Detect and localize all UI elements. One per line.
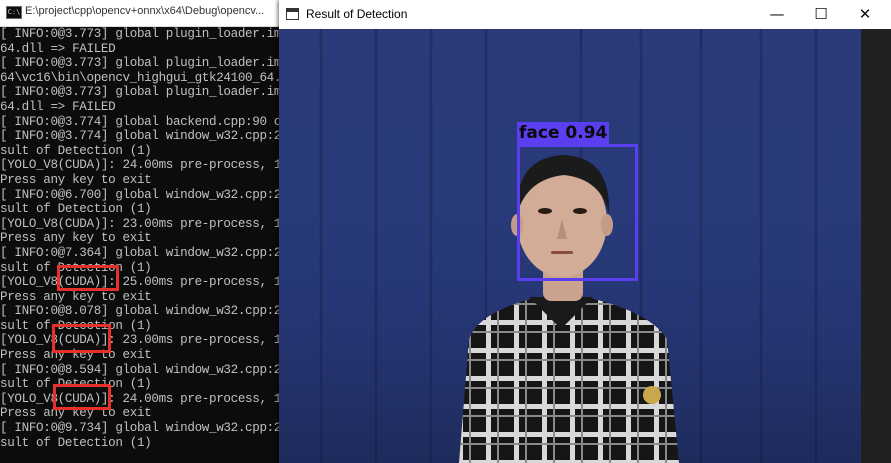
detection-window-title: Result of Detection [306, 7, 408, 21]
console-app-icon: C:\ [6, 6, 22, 19]
console-title: E:\project\cpp\opencv+onnx\x64\Debug\ope… [25, 5, 265, 17]
cuda-highlight-3 [53, 384, 111, 410]
detection-window: Result of Detection — ☐ ✕ face 0.94 [279, 0, 891, 463]
minimize-button[interactable]: — [755, 0, 799, 29]
detection-titlebar[interactable]: Result of Detection — ☐ ✕ [279, 0, 891, 29]
maximize-button[interactable]: ☐ [799, 0, 843, 29]
detection-label: face 0.94 [517, 122, 610, 144]
detection-score: 0.94 [565, 123, 608, 143]
cuda-highlight-2 [52, 324, 111, 353]
window-icon [286, 8, 299, 20]
detection-window-edge [861, 29, 891, 463]
detection-class: face [519, 123, 560, 143]
detection-bounding-box [517, 144, 638, 281]
detection-image: face 0.94 [279, 29, 861, 463]
cuda-highlight-1 [57, 265, 119, 291]
close-button[interactable]: ✕ [843, 0, 887, 29]
